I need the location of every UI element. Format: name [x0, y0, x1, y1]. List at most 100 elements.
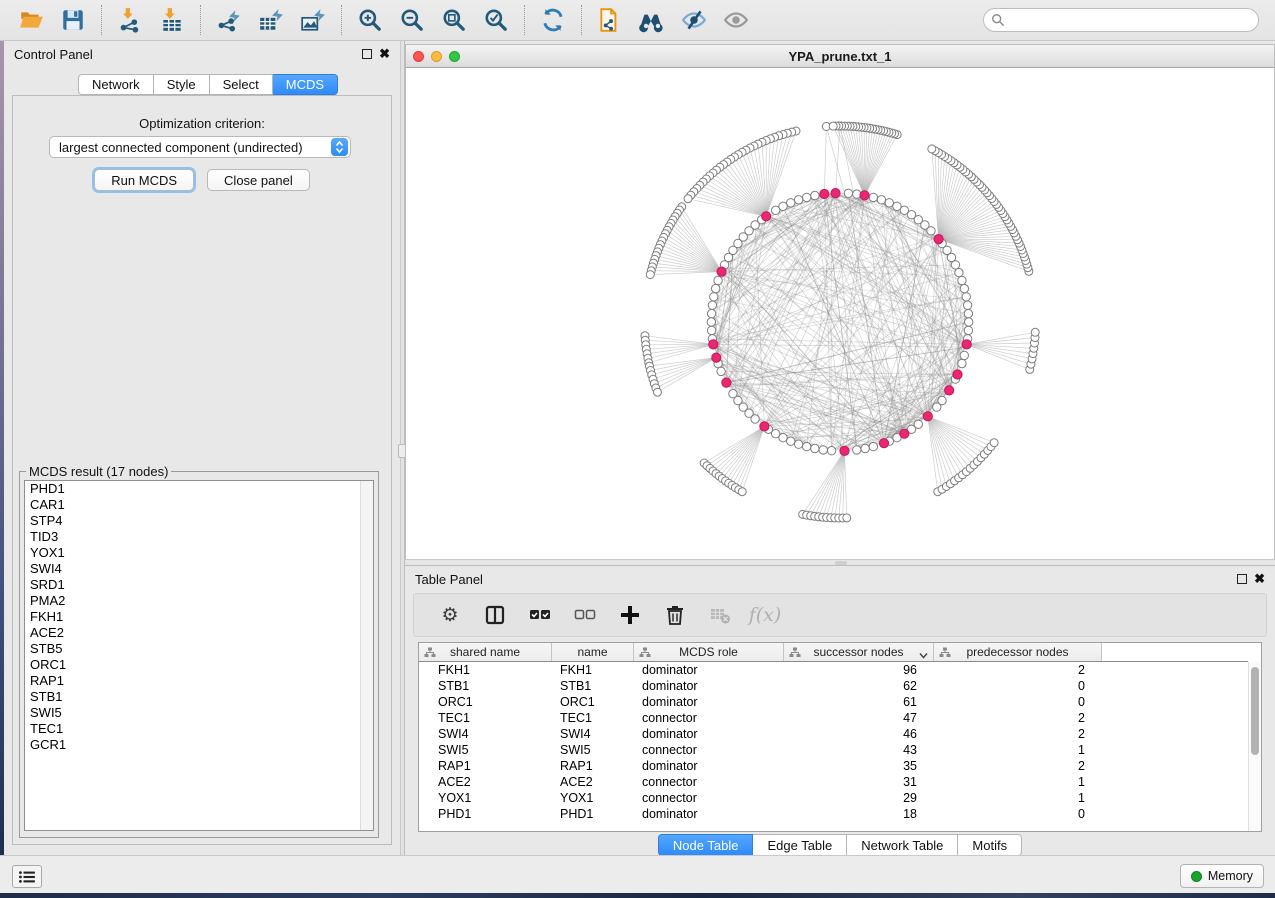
apply-layout-icon[interactable]: [540, 7, 566, 33]
tab-motifs[interactable]: Motifs: [958, 834, 1022, 856]
table-scrollbar[interactable]: [1248, 662, 1261, 831]
column-header-name[interactable]: name: [552, 643, 634, 661]
column-header-predecessor-nodes[interactable]: predecessor nodes: [934, 643, 1102, 661]
network-node[interactable]: [877, 196, 885, 204]
table-row[interactable]: PHD1PHD1dominator180: [419, 806, 1248, 822]
network-node[interactable]: [938, 396, 946, 404]
float-panel-icon[interactable]: [362, 49, 372, 59]
sort-indicator-icon[interactable]: [919, 648, 928, 662]
network-node[interactable]: [802, 193, 810, 201]
mcds-result-item[interactable]: PHD1: [25, 481, 373, 497]
network-node[interactable]: [794, 440, 802, 448]
show-columns-icon[interactable]: [483, 603, 507, 627]
network-node[interactable]: [885, 199, 893, 207]
table-row[interactable]: YOX1YOX1connector291: [419, 790, 1248, 806]
network-leaf-node[interactable]: [990, 439, 998, 447]
mcds-node[interactable]: [762, 212, 771, 221]
show-all-icon[interactable]: [723, 7, 749, 33]
save-session-icon[interactable]: [60, 7, 86, 33]
open-file-icon[interactable]: [18, 7, 44, 33]
table-row[interactable]: RAP1RAP1dominator352: [419, 758, 1248, 774]
memory-button[interactable]: Memory: [1180, 864, 1264, 888]
scrollbar-thumb[interactable]: [1251, 667, 1259, 755]
mcds-result-item[interactable]: STB5: [25, 641, 373, 657]
mcds-node[interactable]: [722, 378, 731, 387]
network-node[interactable]: [869, 442, 877, 450]
table-row[interactable]: ACE2ACE2connector311: [419, 774, 1248, 790]
mcds-result-item[interactable]: FKH1: [25, 609, 373, 625]
network-leaf-node[interactable]: [1031, 328, 1039, 336]
mcds-result-item[interactable]: TEC1: [25, 721, 373, 737]
network-node[interactable]: [853, 446, 861, 454]
mcds-result-item[interactable]: STB1: [25, 689, 373, 705]
network-node[interactable]: [827, 447, 835, 455]
mcds-result-item[interactable]: YOX1: [25, 545, 373, 561]
mcds-result-item[interactable]: SWI4: [25, 561, 373, 577]
network-node[interactable]: [955, 268, 963, 276]
table-row[interactable]: SWI4SWI4dominator462: [419, 726, 1248, 742]
mcds-result-item[interactable]: GCR1: [25, 737, 373, 753]
network-node[interactable]: [787, 437, 795, 445]
close-panel-button[interactable]: Close panel: [207, 169, 310, 191]
tab-network-table[interactable]: Network Table: [847, 834, 958, 856]
tab-edge-table[interactable]: Edge Table: [753, 834, 847, 856]
mcds-node[interactable]: [717, 267, 726, 276]
mcds-node[interactable]: [934, 235, 943, 244]
mcds-node[interactable]: [945, 386, 954, 395]
network-node[interactable]: [964, 309, 972, 317]
close-panel-icon[interactable]: ✖: [379, 49, 390, 59]
tab-mcds[interactable]: MCDS: [273, 74, 338, 95]
column-header-MCDS-role[interactable]: MCDS role: [634, 643, 784, 661]
mcds-result-list[interactable]: PHD1CAR1STP4TID3YOX1SWI4SRD1PMA2FKH1ACE2…: [24, 480, 374, 831]
zoom-selected-icon[interactable]: [483, 7, 509, 33]
network-node[interactable]: [819, 446, 827, 454]
mcds-result-item[interactable]: RAP1: [25, 673, 373, 689]
mcds-node[interactable]: [900, 429, 909, 438]
network-node[interactable]: [794, 196, 802, 204]
network-leaf-node[interactable]: [653, 388, 661, 396]
zoom-out-icon[interactable]: [399, 7, 425, 33]
mcds-result-item[interactable]: TID3: [25, 529, 373, 545]
network-node[interactable]: [802, 442, 810, 450]
mcds-node[interactable]: [923, 412, 932, 421]
network-leaf-node[interactable]: [684, 195, 692, 203]
network-node[interactable]: [711, 284, 719, 292]
network-window-titlebar[interactable]: YPA_prune.txt_1: [405, 44, 1275, 68]
network-node[interactable]: [707, 318, 715, 326]
network-leaf-node[interactable]: [829, 122, 837, 130]
zoom-in-icon[interactable]: [357, 7, 383, 33]
hide-selected-icon[interactable]: [681, 7, 707, 33]
network-leaf-node[interactable]: [928, 145, 936, 153]
network-leaf-node[interactable]: [843, 514, 851, 522]
tab-network[interactable]: Network: [78, 74, 154, 95]
clone-network-icon[interactable]: [597, 7, 623, 33]
zoom-fit-icon[interactable]: [441, 7, 467, 33]
mcds-node[interactable]: [879, 439, 888, 448]
network-node[interactable]: [960, 284, 968, 292]
select-all-columns-icon[interactable]: [528, 603, 552, 627]
mcds-node[interactable]: [712, 353, 721, 362]
result-scrollbar[interactable]: [360, 481, 373, 830]
task-history-button[interactable]: [12, 865, 42, 888]
network-leaf-node[interactable]: [738, 488, 746, 496]
network-node[interactable]: [964, 326, 972, 334]
mcds-result-item[interactable]: CAR1: [25, 497, 373, 513]
network-node[interactable]: [751, 415, 759, 423]
column-header-shared-name[interactable]: shared name: [419, 643, 552, 661]
run-mcds-button[interactable]: Run MCDS: [94, 169, 194, 191]
network-node[interactable]: [811, 444, 819, 452]
float-table-panel-icon[interactable]: [1237, 574, 1247, 584]
table-row[interactable]: TEC1TEC1connector472: [419, 710, 1248, 726]
import-table-icon[interactable]: [159, 7, 185, 33]
network-leaf-node[interactable]: [646, 271, 654, 279]
close-table-panel-icon[interactable]: ✖: [1254, 574, 1265, 584]
mcds-result-item[interactable]: SRD1: [25, 577, 373, 593]
mcds-node[interactable]: [760, 422, 769, 431]
import-network-icon[interactable]: [117, 7, 143, 33]
delete-columns-icon[interactable]: [663, 603, 687, 627]
splitter-grip[interactable]: [835, 561, 847, 565]
mcds-node[interactable]: [860, 191, 869, 200]
network-node[interactable]: [958, 276, 966, 284]
search-input[interactable]: [1005, 10, 1258, 30]
network-node[interactable]: [710, 293, 718, 301]
